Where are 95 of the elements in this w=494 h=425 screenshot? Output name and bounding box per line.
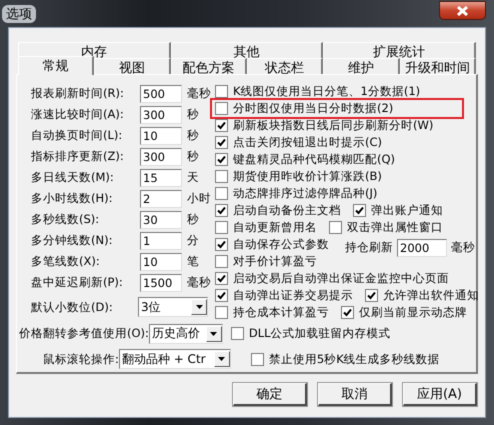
checkbox-option[interactable]: 双击弹出属性窗口	[327, 220, 445, 235]
option-label: 允许弹出软件通知	[383, 288, 479, 303]
field-label: 多秒线数(S):	[31, 212, 100, 227]
number-field[interactable]: 15	[140, 168, 182, 186]
unit-label: 毫秒	[451, 240, 475, 255]
tab[interactable]: 扩展统计	[323, 42, 476, 58]
checkbox[interactable]	[215, 306, 228, 319]
field-label: 默认小数位(D):	[31, 300, 114, 314]
dialog-button[interactable]: 确定	[233, 383, 307, 406]
unit-label: 秒	[187, 128, 199, 143]
checkbox-option[interactable]: 弹出账户通知	[351, 203, 445, 218]
field-label: 鼠标滚轮操作:	[43, 352, 119, 367]
checkbox[interactable]	[329, 221, 342, 234]
checkbox-option[interactable]: 自动弹出证券交易提示	[213, 288, 355, 303]
unit-label: 秒	[187, 212, 199, 227]
checkbox[interactable]	[365, 289, 378, 302]
field-label: 自动换页时间(L):	[31, 128, 124, 143]
tab[interactable]: 视图	[94, 58, 171, 74]
field-label: 多小时线数(H):	[31, 191, 114, 206]
dialog-button[interactable]: 应用(A)	[403, 383, 477, 406]
field-label: 价格翻转参考值使用(O):	[19, 326, 149, 342]
checkbox-option[interactable]: 自动更新曾用名	[213, 220, 319, 235]
unit-label: 秒	[187, 149, 199, 164]
checkbox[interactable]	[215, 187, 228, 200]
number-field[interactable]: 300	[140, 148, 182, 166]
checkbox-option[interactable]: 分时图仅使用当日分时数据(2)	[213, 101, 462, 116]
option-label: 对手价计算盈亏	[233, 254, 317, 269]
field-label: 多笔线数(X):	[31, 254, 101, 269]
checkbox[interactable]	[215, 136, 228, 149]
tab[interactable]: 配色方案	[170, 58, 247, 74]
field-label: 盘中延迟刷新(P):	[31, 275, 124, 290]
checkbox-option[interactable]: 启动自动备份主文档	[213, 203, 343, 218]
dropdown[interactable]: 翻动品种 + Ctr	[118, 349, 231, 370]
checkbox-option[interactable]: 仅刷当前显示动态牌	[339, 305, 469, 320]
option-label: 仅刷当前显示动态牌	[359, 305, 467, 320]
checkbox[interactable]	[341, 306, 354, 319]
field-label: 持仓刷新	[345, 240, 393, 255]
option-label: 自动保存公式参数	[233, 237, 329, 252]
checkbox[interactable]	[215, 255, 228, 268]
number-field[interactable]: 10	[140, 126, 182, 144]
checkbox-option[interactable]: 持仓成本计算盈亏	[213, 305, 331, 320]
number-field[interactable]: 30	[140, 210, 182, 228]
checkbox[interactable]	[230, 327, 244, 340]
unit-label: 小时	[187, 191, 211, 206]
dropdown[interactable]: 3位	[138, 297, 208, 317]
checkbox[interactable]	[215, 289, 228, 302]
checkbox[interactable]	[353, 204, 366, 217]
option-label: 启动自动备份主文档	[233, 203, 341, 218]
checkbox[interactable]	[215, 119, 228, 132]
checkbox[interactable]	[215, 85, 228, 98]
close-button[interactable]	[439, 1, 486, 20]
unit-label: 毫秒	[187, 86, 211, 101]
field-label: 多分钟线数(N):	[31, 233, 114, 248]
number-field[interactable]: 10	[140, 252, 182, 270]
checkbox-option[interactable]: 对手价计算盈亏	[213, 254, 319, 269]
field-label: 多日线天数(M):	[31, 170, 115, 185]
number-field[interactable]: 1500	[140, 274, 182, 292]
unit-label: 毫秒	[187, 275, 211, 290]
tab[interactable]: 升级和时间	[400, 58, 476, 74]
number-field[interactable]: 300	[140, 106, 182, 124]
option-label: 分时图仅使用当日分时数据(2)	[233, 101, 394, 116]
checkbox-option[interactable]: 自动保存公式参数	[213, 237, 331, 252]
unit-label: 天	[187, 170, 199, 185]
field-label: 涨速比较时间(A):	[31, 107, 125, 122]
dropdown[interactable]: 历史高价	[148, 324, 223, 344]
checkbox[interactable]	[215, 221, 228, 234]
option-label: 持仓成本计算盈亏	[233, 305, 329, 320]
unit-label: 秒	[187, 107, 199, 122]
option-label: 自动更新曾用名	[233, 220, 317, 235]
dialog-button[interactable]: 取消	[318, 383, 392, 406]
window-title: 选项	[2, 4, 36, 22]
number-field[interactable]: 1	[140, 232, 182, 250]
checkbox-option[interactable]: 允许弹出软件通知	[363, 288, 481, 303]
checkbox[interactable]	[215, 170, 228, 183]
tab[interactable]: 其他	[170, 42, 324, 58]
checkbox[interactable]	[215, 204, 228, 217]
tab[interactable]: 维护	[323, 58, 400, 74]
number-field[interactable]: 2	[140, 190, 182, 208]
number-field[interactable]: 2000	[397, 238, 447, 256]
field-label: 报表刷新时间(R):	[31, 86, 125, 101]
option-label: 双击弹出属性窗口	[347, 220, 443, 235]
checkbox[interactable]	[215, 153, 228, 166]
number-field[interactable]: 500	[140, 84, 182, 102]
checkbox[interactable]	[215, 102, 228, 115]
field-label: 指标排序更新(Z):	[31, 149, 125, 164]
unit-label: 分	[187, 233, 199, 248]
checkbox[interactable]	[215, 238, 228, 251]
unit-label: 笔	[187, 254, 199, 269]
tab[interactable]: 状态栏	[246, 58, 324, 74]
option-label: 弹出账户通知	[371, 203, 443, 218]
close-icon	[456, 6, 469, 16]
checkbox[interactable]	[215, 272, 228, 285]
tab[interactable]: 常规	[18, 56, 94, 75]
option-label: 自动弹出证券交易提示	[233, 288, 353, 303]
checkbox[interactable]	[250, 352, 264, 366]
